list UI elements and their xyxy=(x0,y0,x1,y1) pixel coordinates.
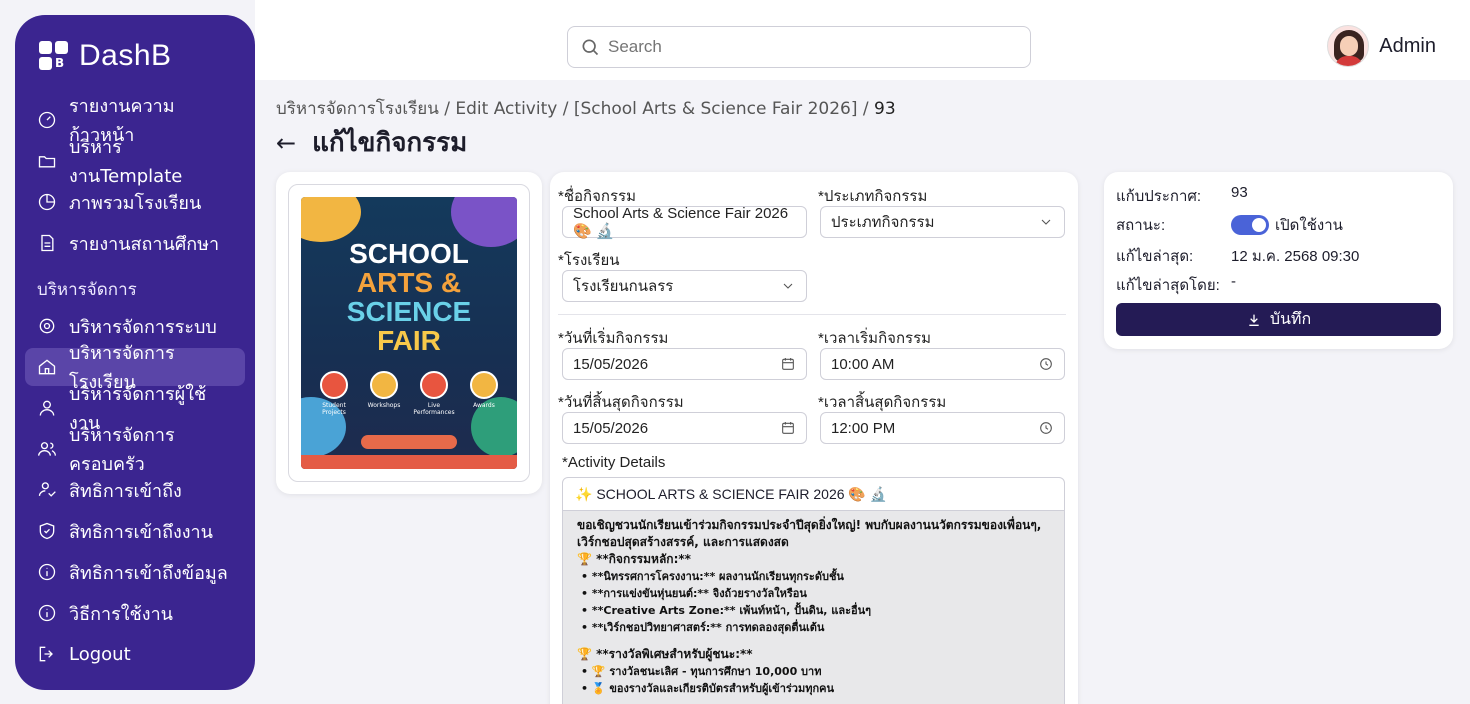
info-icon xyxy=(37,562,57,582)
activity-poster-image: SCHOOL ARTS & SCIENCE FAIR Student Proje… xyxy=(301,197,517,469)
user-menu[interactable]: Admin xyxy=(1327,25,1436,67)
document-icon xyxy=(37,233,57,253)
list-item: • **เวิร์กชอปวิทยาศาสตร์:** การทดลองสุดต… xyxy=(581,621,825,634)
activity-details-label: *Activity Details xyxy=(562,454,666,471)
updated-value: 12 ม.ค. 2568 09:30 xyxy=(1231,248,1360,265)
activity-type-label: *ประเภทกิจกรรม xyxy=(818,188,928,205)
poster-card: SCHOOL ARTS & SCIENCE FAIR Student Proje… xyxy=(276,172,542,494)
end-date-field[interactable]: 15/05/2026 xyxy=(562,412,807,444)
sidebar-item-school-report[interactable]: รายงานสถานศึกษา xyxy=(25,224,245,262)
dashb-logo-icon: B xyxy=(39,41,69,71)
clock-icon[interactable] xyxy=(1038,356,1054,372)
help-icon xyxy=(37,603,57,623)
user-name: Admin xyxy=(1379,34,1436,57)
list-item: • 🏅 ของรางวัลและเกียรติบัตรสำหรับผู้เข้า… xyxy=(581,682,835,695)
save-button[interactable]: บันทึก xyxy=(1116,303,1441,336)
updated-by-value: - xyxy=(1231,273,1236,290)
sidebar-item-label: สิทธิการเข้าถึงงาน xyxy=(69,521,213,543)
activity-details-heading[interactable]: ✨ SCHOOL ARTS & SCIENCE FAIR 2026 🎨 🔬 xyxy=(562,477,1065,511)
clock-icon[interactable] xyxy=(1038,420,1054,436)
search-input[interactable] xyxy=(608,37,988,57)
sidebar-item-family[interactable]: บริหารจัดการครอบครัว xyxy=(25,425,245,475)
list-item: • **การแข่งขันหุ่นยนต์:** จิงถ้วยรางวัลใ… xyxy=(581,587,807,600)
status-value: เปิดใช้งาน xyxy=(1275,217,1343,234)
sidebar-item-label: Logout xyxy=(69,643,131,665)
details-section-2: 🏆 **รางวัลพิเศษสำหรับผู้ชนะ:** xyxy=(577,647,753,661)
breadcrumb-path[interactable]: บริหารจัดการโรงเรียน / Edit Activity / [… xyxy=(276,99,874,119)
calendar-icon[interactable] xyxy=(780,356,796,372)
sidebar-item-label: ภาพรวมโรงเรียน xyxy=(69,192,202,214)
brand-name: DashB xyxy=(79,39,172,72)
sidebar: B DashB รายงานความก้าวหน้า บริหารงานTemp… xyxy=(15,15,255,690)
start-time-field[interactable]: 10:00 AM xyxy=(820,348,1065,380)
back-arrow-icon[interactable]: ← xyxy=(276,129,296,157)
sidebar-item-label: วิธีการใช้งาน xyxy=(69,603,173,625)
sidebar-item-label: รายงานสถานศึกษา xyxy=(69,233,220,255)
download-icon xyxy=(1249,314,1259,326)
activity-form: *ชื่อกิจกรรม School Arts & Science Fair … xyxy=(550,172,1078,704)
start-time-label: *เวลาเริ่มกิจกรรม xyxy=(818,330,932,347)
sidebar-item-label: บริหารงานTemplate xyxy=(69,137,183,187)
version-row: แก้บประกาศ: 93 xyxy=(1116,184,1248,208)
page-header: ← แก้ไขกิจกรรม xyxy=(276,122,467,163)
chevron-down-icon xyxy=(1041,219,1051,225)
avatar[interactable] xyxy=(1327,25,1370,67)
brand[interactable]: B DashB xyxy=(39,39,245,73)
status-row: สถานะ: เปิดใช้งาน xyxy=(1116,213,1343,237)
sidebar-item-data-access[interactable]: สิทธิการเข้าถึงข้อมูล xyxy=(25,553,245,591)
sidebar-item-label: สิทธิการเข้าถึงข้อมูล xyxy=(69,562,228,584)
calendar-icon[interactable] xyxy=(780,420,796,436)
user-icon xyxy=(37,398,57,418)
sidebar-item-logout[interactable]: Logout xyxy=(25,635,245,673)
gear-icon xyxy=(37,316,57,336)
list-item: • **Creative Arts Zone:** เพ้นท์หน้า, ปั… xyxy=(581,604,872,617)
details-section-1: 🏆 **กิจกรรมหลัก:** xyxy=(577,552,691,566)
meta-card: แก้บประกาศ: 93 สถานะ: เปิดใช้งาน แก้ไขล่… xyxy=(1104,172,1453,349)
breadcrumb: บริหารจัดการโรงเรียน / Edit Activity / [… xyxy=(276,95,896,122)
end-time-field[interactable]: 12:00 PM xyxy=(820,412,1065,444)
sidebar-item-label: บริหารจัดการครอบครัว xyxy=(69,425,175,475)
updated-by-row: แก้ไขล่าสุดโดย: - xyxy=(1116,273,1236,297)
folder-icon xyxy=(37,151,57,171)
school-select[interactable]: โรงเรียนกนลรร xyxy=(562,270,807,302)
sidebar-item-label: สิทธิการเข้าถึง xyxy=(69,480,182,502)
version-value: 93 xyxy=(1231,184,1248,201)
end-time-label: *เวลาสิ้นสุดกิจกรรม xyxy=(818,394,947,411)
activity-type-select[interactable]: ประเภทกิจกรรม xyxy=(820,206,1065,238)
search-box[interactable] xyxy=(567,26,1031,68)
poster-image-frame[interactable]: SCHOOL ARTS & SCIENCE FAIR Student Proje… xyxy=(288,184,530,482)
start-date-label: *วันที่เริ่มกิจกรรม xyxy=(558,330,669,347)
user-access-icon xyxy=(37,480,57,500)
sidebar-item-label: บริหารจัดการระบบ xyxy=(69,316,217,338)
school-label: *โรงเรียน xyxy=(558,252,620,269)
sidebar-item-how-to[interactable]: วิธีการใช้งาน xyxy=(25,594,245,632)
start-date-field[interactable]: 15/05/2026 xyxy=(562,348,807,380)
sidebar-section-label: บริหารจัดการ xyxy=(37,280,137,300)
gauge-icon xyxy=(37,110,57,130)
divider xyxy=(558,314,1066,315)
users-icon xyxy=(37,439,57,459)
list-item: • 🏆 รางวัลชนะเลิศ - ทุนการศึกษา 10,000 บ… xyxy=(581,665,822,678)
breadcrumb-current: 93 xyxy=(874,99,896,119)
shield-icon xyxy=(37,521,57,541)
pie-chart-icon xyxy=(37,192,57,212)
details-intro: ขอเชิญชวนนักเรียนเข้าร่วมกิจกรรมประจำปีส… xyxy=(577,518,1042,549)
activity-name-field[interactable]: School Arts & Science Fair 2026 🎨 🔬 xyxy=(562,205,807,240)
search-icon xyxy=(582,39,599,56)
end-date-label: *วันที่สิ้นสุดกิจกรรม xyxy=(558,394,684,411)
chevron-down-icon xyxy=(783,283,793,289)
list-item: • **นิทรรศการโครงงาน:** ผลงานนักเรียนทุก… xyxy=(581,570,844,583)
home-icon xyxy=(37,357,57,377)
page-title: แก้ไขกิจกรรม xyxy=(312,128,468,158)
updated-row: แก้ไขล่าสุด: 12 ม.ค. 2568 09:30 xyxy=(1116,244,1359,268)
sidebar-item-template[interactable]: บริหารงานTemplate xyxy=(25,137,245,187)
logout-icon xyxy=(37,644,57,664)
sidebar-item-task-access[interactable]: สิทธิการเข้าถึงงาน xyxy=(25,512,245,550)
status-toggle[interactable] xyxy=(1231,215,1269,235)
activity-details-editor[interactable]: ขอเชิญชวนนักเรียนเข้าร่วมกิจกรรมประจำปีส… xyxy=(562,511,1065,704)
